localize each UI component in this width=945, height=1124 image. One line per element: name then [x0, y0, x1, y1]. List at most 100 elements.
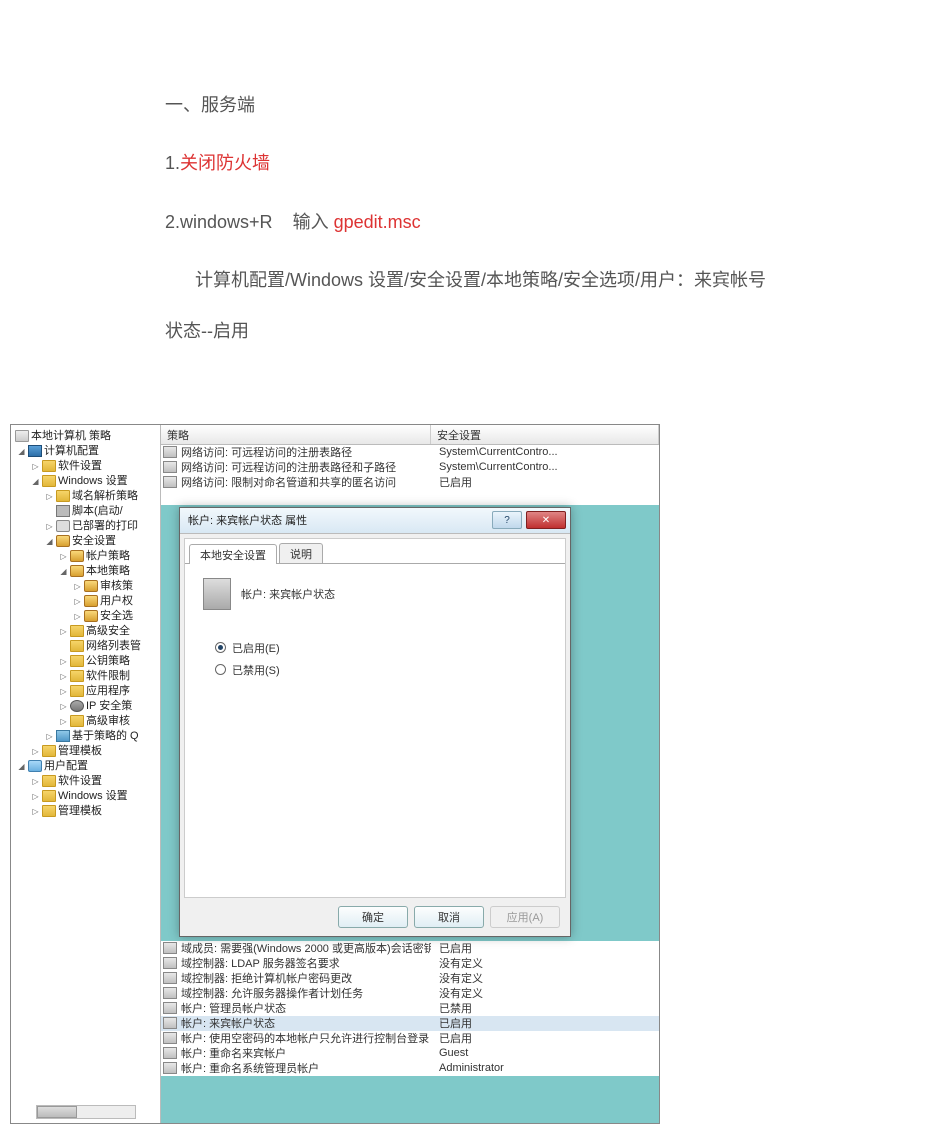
tree-expander-icon[interactable]: ▷ — [73, 597, 82, 606]
tree-root-item[interactable]: 本地计算机 策略 — [13, 429, 158, 444]
tree-item[interactable]: ▷软件设置 — [13, 459, 158, 474]
policy-setting-cell: 已启用 — [431, 941, 659, 957]
tree-expander-icon[interactable] — [45, 507, 54, 516]
tree-expander-icon[interactable]: ▷ — [73, 582, 82, 591]
tree-item[interactable]: ▷Windows 设置 — [13, 789, 158, 804]
tree-expander-icon[interactable]: ▷ — [59, 717, 68, 726]
tree-item[interactable]: ▷应用程序 — [13, 684, 158, 699]
tree-expander-icon[interactable]: ◢ — [17, 762, 26, 771]
step-1: 1.关闭防火墙 — [165, 138, 780, 188]
tree-item[interactable]: ▷高级审核 — [13, 714, 158, 729]
tree-item[interactable]: ◢ 本地策略 — [13, 564, 158, 579]
tree-item[interactable]: ▷管理模板 — [13, 804, 158, 819]
tree-item[interactable]: ▷ 软件设置 — [13, 774, 158, 789]
policy-setting-cell: 已启用 — [431, 474, 659, 490]
folder-icon — [42, 460, 56, 472]
tree-expander-icon[interactable]: ▷ — [45, 522, 54, 531]
tree-expander-icon[interactable]: ▷ — [59, 687, 68, 696]
policy-row-icon — [163, 957, 177, 969]
folder-icon — [42, 745, 56, 757]
policy-list-row[interactable]: 网络访问: 限制对命名管道和共享的匿名访问已启用 — [161, 475, 659, 490]
step2-mid: 输入 — [293, 212, 329, 232]
policy-list-row[interactable]: 域控制器: LDAP 服务器签名要求没有定义 — [161, 956, 659, 971]
policy-name-cell: 域控制器: LDAP 服务器签名要求 — [181, 955, 431, 971]
tree-expander-icon[interactable]: ▷ — [45, 732, 54, 741]
tree-item-label: Windows 设置 — [58, 474, 128, 489]
tree-expander-icon[interactable]: ▷ — [59, 552, 68, 561]
tree-expander-icon[interactable]: ◢ — [31, 477, 40, 486]
policy-list-row[interactable]: 帐户: 重命名系统管理员帐户Administrator — [161, 1061, 659, 1076]
tree-item[interactable]: ▷域名解析策略 — [13, 489, 158, 504]
tree-item-label: 软件设置 — [58, 774, 102, 789]
tree-item[interactable]: ▷IP 安全策 — [13, 699, 158, 714]
tree-item[interactable]: ▷管理模板 — [13, 744, 158, 759]
policy-list-row[interactable]: 域控制器: 拒绝计算机帐户密码更改没有定义 — [161, 971, 659, 986]
policy-list-row[interactable]: 帐户: 使用空密码的本地帐户只允许进行控制台登录已启用 — [161, 1031, 659, 1046]
tree-expander-icon[interactable] — [59, 642, 68, 651]
tab-local-security[interactable]: 本地安全设置 — [189, 544, 277, 564]
tree-horizontal-scrollbar[interactable] — [36, 1105, 136, 1119]
policy-list-row[interactable]: 帐户: 管理员帐户状态已禁用 — [161, 1001, 659, 1016]
tree-item[interactable]: ◢计算机配置 — [13, 444, 158, 459]
tree-item[interactable]: ▷基于策略的 Q — [13, 729, 158, 744]
tree-expander-icon[interactable]: ▷ — [31, 792, 40, 801]
printer-icon — [56, 520, 70, 532]
column-header-setting[interactable]: 安全设置 — [431, 425, 659, 444]
tab-description[interactable]: 说明 — [279, 543, 323, 563]
tab-content: 帐户: 来宾帐户状态 已启用(E) 已禁用(S) — [185, 563, 565, 698]
tree-item[interactable]: ◢用户配置 — [13, 759, 158, 774]
tree-expander-icon[interactable]: ▷ — [31, 462, 40, 471]
tree-item[interactable]: 网络列表管 — [13, 639, 158, 654]
tree-item[interactable]: ◢ Windows 设置 — [13, 474, 158, 489]
tree-expander-icon[interactable]: ◢ — [45, 537, 54, 546]
close-button[interactable]: ✕ — [526, 511, 566, 529]
tree-item[interactable]: ▷用户权 — [13, 594, 158, 609]
tree-expander-icon[interactable]: ▷ — [31, 807, 40, 816]
policy-list-row[interactable]: 域成员: 需要强(Windows 2000 或更高版本)会话密钥已启用 — [161, 941, 659, 956]
tree-expander-icon[interactable]: ▷ — [59, 672, 68, 681]
tree-expander-icon[interactable]: ▷ — [45, 492, 54, 501]
tree-expander-icon[interactable]: ◢ — [17, 447, 26, 456]
shield-icon — [84, 580, 98, 592]
policy-list-row[interactable]: 网络访问: 可远程访问的注册表路径和子路径System\CurrentContr… — [161, 460, 659, 475]
column-header-policy[interactable]: 策略 — [161, 425, 431, 444]
policy-list-row[interactable]: 网络访问: 可远程访问的注册表路径System\CurrentContro... — [161, 445, 659, 460]
tree-expander-icon[interactable]: ▷ — [31, 747, 40, 756]
radio-enabled-row[interactable]: 已启用(E) — [215, 640, 547, 656]
radio-disabled[interactable] — [215, 664, 226, 675]
cancel-button[interactable]: 取消 — [414, 906, 484, 928]
tree-item-label: 本地策略 — [86, 564, 130, 579]
ok-button[interactable]: 确定 — [338, 906, 408, 928]
tree-item[interactable]: ▷帐户策略 — [13, 549, 158, 564]
policy-list-row[interactable]: 帐户: 重命名来宾帐户Guest — [161, 1046, 659, 1061]
policy-name-cell: 域控制器: 允许服务器操作者计划任务 — [181, 985, 431, 1001]
tree-expander-icon[interactable]: ▷ — [59, 702, 68, 711]
tree-expander-icon[interactable]: ▷ — [59, 627, 68, 636]
tree-item[interactable]: ▷安全选 — [13, 609, 158, 624]
tree-item[interactable]: ▷软件限制 — [13, 669, 158, 684]
radio-enabled-label: 已启用(E) — [232, 640, 280, 656]
apply-button[interactable]: 应用(A) — [490, 906, 560, 928]
tree-expander-icon[interactable]: ▷ — [59, 657, 68, 666]
help-button[interactable]: ? — [492, 511, 522, 529]
scrollbar-thumb[interactable] — [37, 1106, 77, 1118]
dialog-titlebar[interactable]: 帐户: 来宾帐户状态 属性 ? ✕ — [180, 508, 570, 534]
path-paragraph: 计算机配置/Windows 设置/安全设置/本地策略/安全选项/用户：来宾帐号状… — [165, 255, 780, 356]
tree-item[interactable]: ◢安全设置 — [13, 534, 158, 549]
tree-item[interactable]: ▷高级安全 — [13, 624, 158, 639]
policy-list-row[interactable]: 帐户: 来宾帐户状态已启用 — [161, 1016, 659, 1031]
radio-disabled-row[interactable]: 已禁用(S) — [215, 662, 547, 678]
tree-expander-icon[interactable]: ◢ — [59, 567, 68, 576]
tree-item[interactable]: ▷公钥策略 — [13, 654, 158, 669]
policy-list-row[interactable]: 域控制器: 允许服务器操作者计划任务没有定义 — [161, 986, 659, 1001]
tree-expander-icon[interactable]: ▷ — [31, 777, 40, 786]
policy-row-icon — [163, 1047, 177, 1059]
shield-icon — [70, 550, 84, 562]
policy-row-icon — [163, 1002, 177, 1014]
tree-item[interactable]: ▷审核策 — [13, 579, 158, 594]
policy-setting-cell: Guest — [431, 1047, 659, 1059]
tree-item[interactable]: ▷已部署的打印 — [13, 519, 158, 534]
tree-item[interactable]: 脚本(启动/ — [13, 504, 158, 519]
radio-enabled[interactable] — [215, 642, 226, 653]
tree-expander-icon[interactable]: ▷ — [73, 612, 82, 621]
